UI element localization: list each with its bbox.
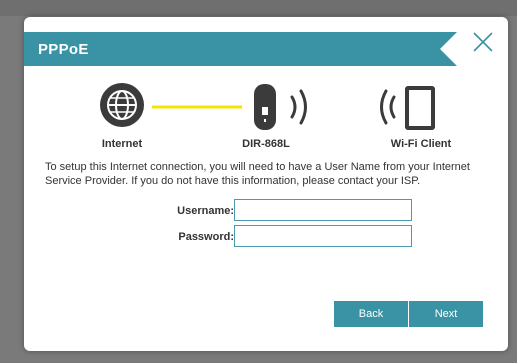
router-label: DIR-868L	[242, 138, 290, 150]
password-input[interactable]	[234, 225, 412, 247]
router-icon	[254, 84, 276, 130]
close-icon	[473, 32, 493, 52]
pppoe-dialog: PPPoE Internet DIR-868L Wi-Fi Client To …	[24, 17, 508, 351]
title-banner: PPPoE	[24, 32, 457, 66]
dialog-title: PPPoE	[38, 41, 89, 58]
client-signal-icon	[380, 89, 396, 125]
page-backdrop	[0, 0, 517, 16]
username-label: Username:	[177, 205, 234, 217]
password-label: Password:	[178, 231, 234, 243]
wifi-signal-icon	[290, 89, 307, 125]
next-button[interactable]: Next	[409, 301, 483, 327]
tablet-icon	[405, 86, 435, 130]
close-button[interactable]	[471, 30, 495, 54]
connection-diagram: Internet DIR-868L Wi-Fi Client	[24, 77, 508, 157]
globe-icon	[100, 83, 144, 127]
setup-description: To setup this Internet connection, you w…	[45, 161, 470, 187]
client-label: Wi-Fi Client	[390, 138, 452, 150]
internet-label: Internet	[101, 138, 143, 150]
username-input[interactable]	[234, 199, 412, 221]
back-button[interactable]: Back	[334, 301, 408, 327]
